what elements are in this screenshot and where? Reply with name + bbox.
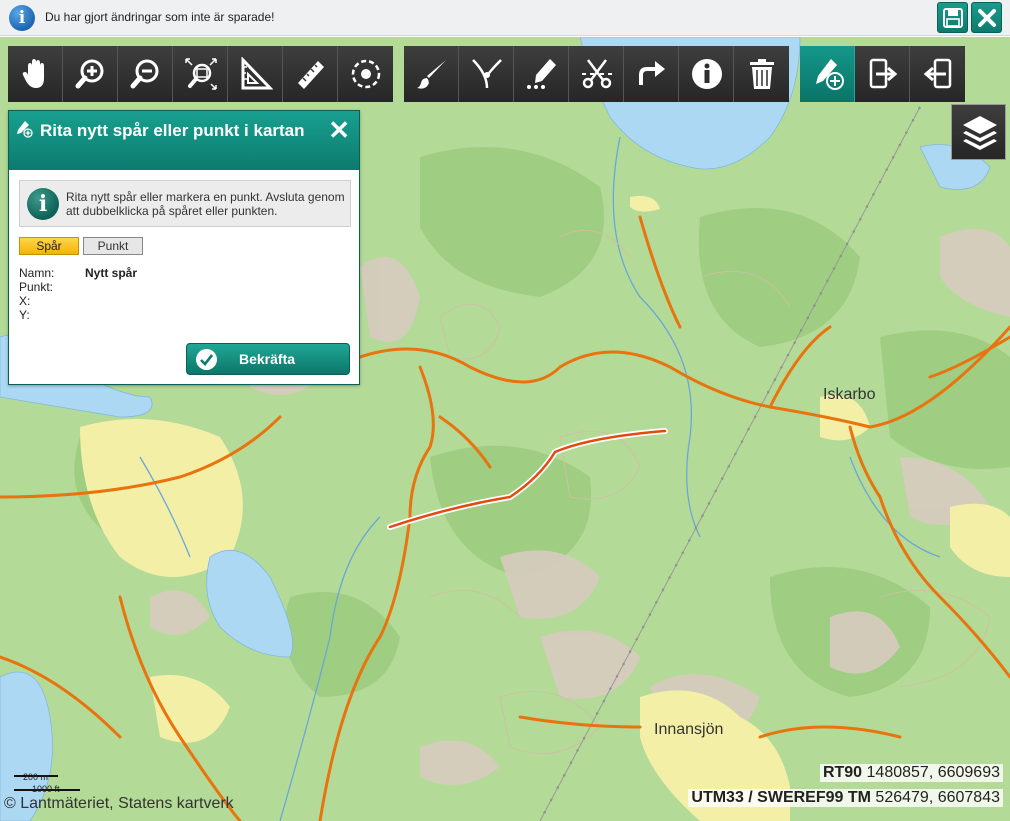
info-text: Rita nytt spår eller markera en punkt. A… — [66, 190, 345, 218]
zoom-extent-tool[interactable] — [173, 46, 228, 102]
field-label: X: — [19, 294, 31, 308]
notification-bar: i Du har gjort ändringar som inte är spa… — [0, 0, 1010, 36]
import-device-tool[interactable] — [910, 46, 965, 102]
locate-target-icon — [351, 59, 381, 89]
zoom-out-icon — [130, 59, 159, 89]
draw-points-tool[interactable] — [514, 46, 569, 102]
layers-button[interactable] — [951, 104, 1006, 160]
panel-close-button[interactable]: ✕ — [328, 117, 350, 143]
zoom-in-tool[interactable] — [63, 46, 118, 102]
ruler-icon — [298, 61, 324, 89]
info-icon: i — [27, 188, 59, 220]
toolbar-navigation — [8, 46, 393, 102]
measure-distance-tool[interactable] — [283, 46, 338, 102]
draw-new-icon — [17, 121, 33, 138]
draw-panel: Rita nytt spår eller punkt i kartan ✕ i … — [8, 110, 360, 385]
trash-icon — [750, 59, 774, 89]
info-icon — [692, 59, 722, 89]
info-message: i Rita nytt spår eller markera en punkt.… — [19, 180, 351, 227]
export-device-tool[interactable] — [855, 46, 910, 102]
draw-new-icon — [816, 59, 844, 90]
zoom-extent-icon — [185, 58, 217, 90]
field-label: Punkt: — [19, 280, 54, 294]
zoom-out-tool[interactable] — [118, 46, 173, 102]
triangle-ruler-icon — [241, 57, 273, 90]
panel-title: Rita nytt spår eller punkt i kartan — [40, 121, 305, 140]
delete-tool[interactable] — [734, 46, 789, 102]
confirm-label: Bekräfta — [239, 351, 296, 367]
scale-bar: 200 m 1000 ft — [14, 770, 84, 796]
info-icon: i — [9, 5, 35, 31]
coords-utm-label: UTM33 / SWEREF99 TM — [691, 789, 871, 806]
toolbar-edit — [404, 46, 789, 102]
scale-imperial-label: 1000 ft — [32, 784, 60, 794]
close-icon — [978, 9, 996, 27]
redo-arrow-icon — [639, 61, 665, 85]
save-button[interactable] — [937, 2, 968, 33]
map-canvas[interactable]: Rita nytt spår eller punkt i kartan ✕ i … — [0, 37, 1010, 821]
hand-pan-icon — [22, 59, 44, 88]
place-label-iskarbo: Iskarbo — [823, 386, 876, 403]
pan-tool[interactable] — [8, 46, 63, 102]
field-label: Y: — [19, 308, 30, 322]
draw-points-icon — [527, 59, 556, 89]
toolbar-device — [800, 46, 965, 102]
copyright-text: © Lantmäteriet, Statens kartverk — [4, 795, 234, 812]
mode-track-button[interactable]: Spår — [19, 237, 79, 255]
layers-icon — [963, 116, 997, 150]
reverse-tool[interactable] — [624, 46, 679, 102]
floppy-disk-icon — [943, 8, 963, 28]
mode-point-button[interactable]: Punkt — [83, 237, 143, 255]
export-to-device-icon — [869, 58, 898, 89]
panel-header: Rita nytt spår eller punkt i kartan ✕ — [9, 111, 359, 170]
measure-area-tool[interactable] — [228, 46, 283, 102]
checkmark-icon — [196, 349, 217, 370]
coords-rt90-value: 1480857, 6609693 — [866, 764, 1000, 781]
coords-utm: UTM33 / SWEREF99 TM 526479, 6607843 — [688, 789, 1003, 807]
track-name-value[interactable]: Nytt spår — [85, 266, 137, 280]
zoom-in-icon — [75, 59, 104, 89]
locate-tool[interactable] — [338, 46, 393, 102]
split-path-icon — [472, 59, 502, 89]
coords-rt90-label: RT90 — [822, 764, 863, 781]
info-tool[interactable] — [679, 46, 734, 102]
confirm-button[interactable]: Bekräfta — [186, 343, 350, 375]
scissors-icon — [582, 59, 612, 89]
scale-metric-label: 200 m — [23, 772, 49, 782]
field-label: Namn: — [19, 266, 55, 280]
draw-new-tool[interactable] — [800, 46, 855, 102]
brush-icon — [417, 60, 446, 89]
coords-rt90: RT90 1480857, 6609693 — [819, 764, 1003, 782]
brush-tool[interactable] — [404, 46, 459, 102]
coords-utm-value: 526479, 6607843 — [875, 789, 1000, 806]
close-button[interactable] — [971, 2, 1002, 33]
cut-tool[interactable] — [569, 46, 624, 102]
split-path-tool[interactable] — [459, 46, 514, 102]
place-label-innansjon: Innansjön — [654, 721, 724, 738]
unsaved-changes-message: Du har gjort ändringar som inte är spara… — [45, 10, 275, 24]
import-from-device-icon — [923, 58, 952, 89]
